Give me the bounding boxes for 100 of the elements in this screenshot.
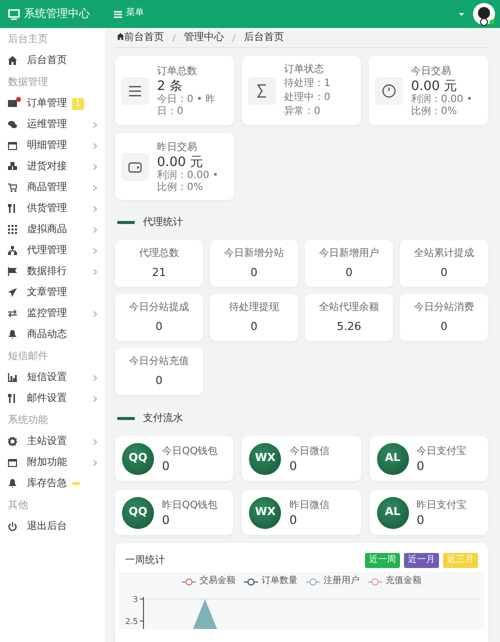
legend-label[interactable]: 注册用户 bbox=[324, 575, 360, 588]
axis-tick-label: 2.5 bbox=[125, 616, 138, 626]
exchange-icon bbox=[8, 309, 17, 318]
section-title: 代理统计 bbox=[143, 216, 183, 230]
home-icon bbox=[8, 56, 17, 65]
section-title: 支付流水 bbox=[143, 412, 183, 426]
sidebar-item[interactable]: 运维管理 bbox=[0, 114, 105, 135]
card-label: 昨日交易 bbox=[157, 140, 198, 154]
stat-value: 5.26 bbox=[336, 318, 362, 335]
card-detail: 待处理：1 bbox=[284, 77, 330, 91]
stat-value: 0 bbox=[440, 318, 448, 335]
chart-area-peak bbox=[193, 598, 217, 628]
bell-icon bbox=[8, 330, 17, 339]
card-detail: 利润：0.00 • 比例：0% bbox=[157, 170, 220, 194]
sidebar-item[interactable]: 明细管理 bbox=[0, 135, 105, 156]
payment-badge: WX bbox=[249, 442, 282, 474]
sidebar-item[interactable]: 退出后台 bbox=[0, 516, 105, 537]
section-label: 系统功能 bbox=[8, 415, 48, 426]
flag-icon bbox=[8, 267, 17, 276]
breadcrumb-separator bbox=[232, 34, 236, 42]
payment-badge: AL bbox=[376, 496, 409, 528]
cart-icon bbox=[8, 183, 17, 192]
breadcrumb-link[interactable]: 前台首页 bbox=[117, 30, 164, 45]
chat-icon bbox=[8, 120, 17, 129]
breadcrumb-separator bbox=[172, 34, 176, 42]
card-value: 0.00 元 bbox=[411, 78, 458, 94]
card-value: 2 条 bbox=[157, 78, 184, 94]
sidebar-item[interactable]: 供货管理 bbox=[0, 198, 105, 219]
count-badge: 1 bbox=[72, 98, 84, 110]
sidebar-item[interactable]: 监控管理 bbox=[0, 303, 105, 324]
payment-label: 昨日支付宝 bbox=[416, 498, 467, 513]
stat-label: 今日分站提成 bbox=[129, 300, 189, 315]
card-detail: 利润：0.00 • 比例：0% bbox=[411, 94, 474, 118]
payment-badge: QQ bbox=[122, 496, 154, 528]
card-label: 订单状态 bbox=[284, 62, 325, 77]
section-label: 短信邮件 bbox=[8, 351, 48, 362]
legend-label[interactable]: 交易金额 bbox=[200, 575, 236, 588]
payment-label: 昨日微信 bbox=[289, 499, 330, 513]
stat-label: 今日新增用户 bbox=[319, 246, 379, 261]
card-value: 0.00 元 bbox=[157, 154, 204, 170]
legend-label[interactable]: 订单数量 bbox=[262, 575, 298, 588]
avatar-icon[interactable] bbox=[472, 2, 496, 26]
range-button[interactable]: 近一月 bbox=[404, 553, 439, 568]
sidebar-item[interactable]: 订单管理 1 bbox=[0, 93, 105, 114]
utensils-icon bbox=[8, 204, 17, 213]
sidebar-item[interactable]: 数据排行 bbox=[0, 261, 105, 282]
section-label: 数据管理 bbox=[8, 77, 48, 88]
card-detail: 今日：0 • 昨日：0 bbox=[157, 94, 217, 118]
sidebar-item[interactable]: 虚拟商品 bbox=[0, 219, 105, 240]
stat-label: 代理总数 bbox=[139, 246, 179, 261]
card-detail: 处理中：0 bbox=[284, 91, 330, 105]
payment-value: 0 bbox=[416, 513, 426, 527]
stat-label: 全站累计提成 bbox=[414, 246, 474, 261]
payment-badge: QQ bbox=[122, 442, 154, 474]
payment-badge: WX bbox=[249, 496, 282, 528]
sidebar-item[interactable]: 库存告急 bbox=[0, 473, 105, 494]
breadcrumb-link[interactable]: 管理中心 bbox=[184, 30, 224, 45]
stat-value: 0 bbox=[156, 318, 162, 335]
utensils-icon bbox=[8, 394, 17, 403]
sidebar-item[interactable]: 商品管理 bbox=[0, 177, 105, 198]
card-label: 订单总数 bbox=[157, 64, 198, 78]
stat-label: 今日新增分站 bbox=[224, 246, 284, 261]
stat-label: 全站代理余额 bbox=[319, 300, 379, 315]
stat-value: 0 bbox=[156, 372, 162, 389]
payment-value: 0 bbox=[289, 513, 298, 527]
y-axis bbox=[140, 596, 144, 628]
sidebar-item[interactable]: 邮件设置 bbox=[0, 388, 105, 409]
payment-value: 0 bbox=[162, 513, 171, 527]
stat-value: 0 bbox=[346, 264, 352, 281]
section-label: 后台主页 bbox=[8, 34, 48, 45]
sidebar-item[interactable]: 附加功能 bbox=[0, 452, 105, 473]
monitor-icon bbox=[8, 8, 20, 20]
sidebar-item[interactable]: 商品动态 bbox=[0, 324, 105, 345]
bar-chart-icon bbox=[8, 373, 17, 382]
stat-value: 21 bbox=[152, 264, 166, 281]
payment-label: 今日支付宝 bbox=[416, 444, 467, 459]
sidebar-item[interactable]: 主站设置 bbox=[0, 431, 105, 452]
stat-value: 0 bbox=[250, 264, 258, 281]
caret-icon[interactable] bbox=[459, 12, 464, 16]
cubes-icon bbox=[8, 162, 17, 171]
sidebar-item[interactable]: 文章管理 bbox=[0, 282, 105, 303]
paper-plane-icon bbox=[8, 288, 17, 297]
payment-badge: AL bbox=[376, 442, 409, 474]
sitemap-icon bbox=[8, 246, 17, 255]
payment-label: 昨日QQ钱包 bbox=[162, 499, 218, 513]
breadcrumb-link[interactable]: 后台首页 bbox=[244, 30, 284, 45]
sidebar-item[interactable]: 代理管理 bbox=[0, 240, 105, 261]
stat-label: 待处理提现 bbox=[229, 300, 279, 315]
card-detail: 异常：0 bbox=[284, 105, 322, 119]
stat-label: 今日分站充值 bbox=[129, 354, 189, 369]
card-label: 今日交易 bbox=[411, 64, 452, 78]
payment-label: 今日QQ钱包 bbox=[162, 445, 218, 459]
legend-label[interactable]: 充值金额 bbox=[386, 575, 422, 588]
sidebar-item[interactable]: 短信设置 bbox=[0, 367, 105, 388]
menu-icon bbox=[114, 10, 122, 18]
calendar-icon bbox=[8, 458, 17, 467]
axis-tick-label: 3 bbox=[132, 594, 138, 604]
sidebar-item[interactable]: 进货对接 bbox=[0, 156, 105, 177]
payment-value: 0 bbox=[289, 459, 298, 473]
sidebar-item[interactable]: 后台首页 bbox=[0, 50, 105, 71]
